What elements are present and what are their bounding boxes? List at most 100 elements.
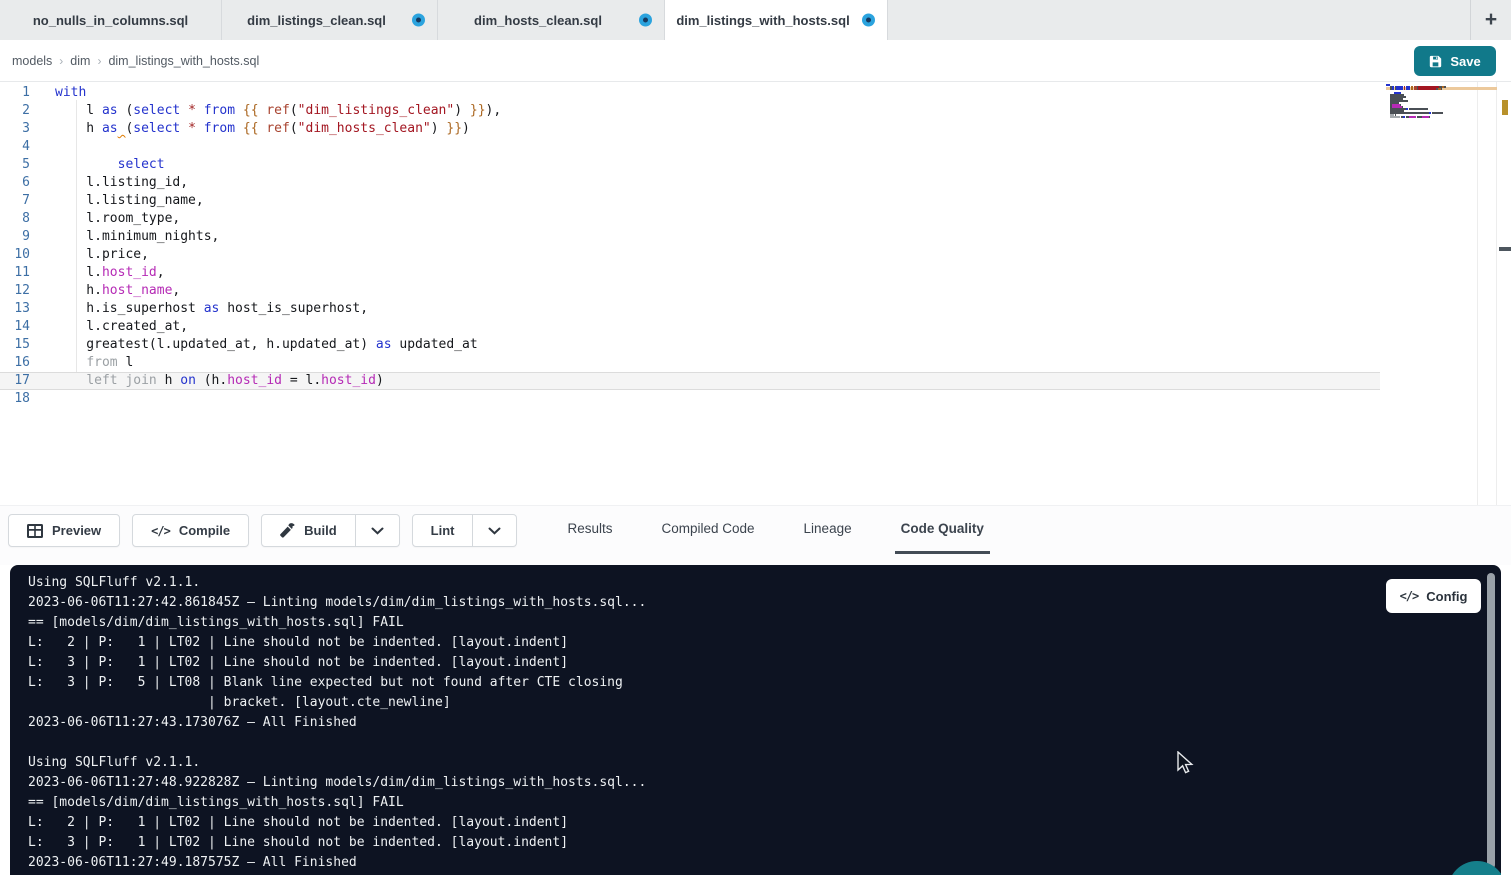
code-text: l.listing_id, bbox=[30, 174, 188, 192]
code-line[interactable]: 6 l.listing_id, bbox=[0, 174, 1380, 192]
code-line[interactable]: 12 h.host_name, bbox=[0, 282, 1380, 300]
code-line[interactable]: 15 greatest(l.updated_at, h.updated_at) … bbox=[0, 336, 1380, 354]
scroll-position-marker[interactable] bbox=[1499, 247, 1511, 251]
line-number: 12 bbox=[0, 282, 30, 300]
code-text: h.host_name, bbox=[30, 282, 180, 300]
line-number: 4 bbox=[0, 138, 30, 156]
file-tab-bar: no_nulls_in_columns.sql dim_listings_cle… bbox=[0, 0, 1511, 40]
code-text: left join h on (h.host_id = l.host_id) bbox=[30, 373, 384, 389]
terminal-line: 2023-06-06T11:27:49.187575Z — All Finish… bbox=[28, 853, 646, 873]
line-number: 8 bbox=[0, 210, 30, 228]
breadcrumb: models › dim › dim_listings_with_hosts.s… bbox=[12, 40, 259, 82]
code-line[interactable]: 11 l.host_id, bbox=[0, 264, 1380, 282]
panel-tab-label: Results bbox=[567, 521, 612, 536]
terminal-line: L: 2 | P: 1 | LT02 | Line should not be … bbox=[28, 633, 646, 653]
new-tab-button[interactable]: + bbox=[1470, 0, 1511, 40]
code-line[interactable]: 1with bbox=[0, 84, 1380, 102]
line-number: 1 bbox=[0, 84, 30, 102]
lint-dropdown-button[interactable] bbox=[473, 514, 517, 547]
code-text: greatest(l.updated_at, h.updated_at) as … bbox=[30, 336, 478, 354]
line-number: 9 bbox=[0, 228, 30, 246]
code-text: l as (select * from {{ ref("dim_listings… bbox=[30, 102, 501, 120]
code-line[interactable]: 8 l.room_type, bbox=[0, 210, 1380, 228]
terminal-line: Using SQLFluff v2.1.1. bbox=[28, 753, 646, 773]
code-line[interactable]: 17 left join h on (h.host_id = l.host_id… bbox=[0, 372, 1380, 390]
line-number: 11 bbox=[0, 264, 30, 282]
line-number: 3 bbox=[0, 120, 30, 138]
code-text: l.host_id, bbox=[30, 264, 165, 282]
terminal-line: 2023-06-06T11:27:42.861845Z — Linting mo… bbox=[28, 593, 646, 613]
code-line[interactable]: 3 h as (select * from {{ ref("dim_hosts_… bbox=[0, 120, 1380, 138]
minimap[interactable] bbox=[1386, 84, 1466, 120]
chevron-right-icon: › bbox=[97, 54, 101, 68]
tab-bar-spacer bbox=[888, 0, 1470, 40]
tab-compiled-code[interactable]: Compiled Code bbox=[655, 506, 760, 554]
tab-label: dim_listings_clean.sql bbox=[247, 13, 386, 28]
tab-dim-listings-clean[interactable]: dim_listings_clean.sql bbox=[222, 0, 438, 40]
line-number: 5 bbox=[0, 156, 30, 174]
terminal-line: L: 3 | P: 5 | LT08 | Blank line expected… bbox=[28, 673, 646, 693]
code-text: with bbox=[30, 84, 86, 102]
save-button[interactable]: Save bbox=[1414, 46, 1496, 76]
code-line[interactable]: 10 l.price, bbox=[0, 246, 1380, 264]
code-lines[interactable]: 1with2 l as (select * from {{ ref("dim_l… bbox=[0, 84, 1380, 408]
code-line[interactable]: 14 l.created_at, bbox=[0, 318, 1380, 336]
code-text: l.price, bbox=[30, 246, 149, 264]
terminal-line: L: 3 | P: 1 | LT02 | Line should not be … bbox=[28, 833, 646, 853]
code-text: h.is_superhost as host_is_superhost, bbox=[30, 300, 368, 318]
preview-button[interactable]: Preview bbox=[8, 514, 120, 547]
line-number: 15 bbox=[0, 336, 30, 354]
code-text: l.created_at, bbox=[30, 318, 188, 336]
tab-results[interactable]: Results bbox=[561, 506, 618, 554]
terminal-line bbox=[28, 733, 646, 753]
config-button[interactable]: </> Config bbox=[1386, 579, 1481, 613]
code-line[interactable]: 13 h.is_superhost as host_is_superhost, bbox=[0, 300, 1380, 318]
build-dropdown-button[interactable] bbox=[356, 514, 400, 547]
lint-button[interactable]: Lint bbox=[412, 514, 474, 547]
code-text: select bbox=[30, 156, 165, 174]
lint-output-terminal: Using SQLFluff v2.1.1.2023-06-06T11:27:4… bbox=[10, 565, 1501, 875]
panel-tab-label: Compiled Code bbox=[661, 521, 754, 536]
code-line[interactable]: 18 bbox=[0, 390, 1380, 408]
tab-dim-hosts-clean[interactable]: dim_hosts_clean.sql bbox=[438, 0, 665, 40]
build-button-label: Build bbox=[304, 523, 337, 538]
panel-tab-label: Code Quality bbox=[901, 521, 984, 536]
terminal-line: L: 3 | P: 1 | LT02 | Line should not be … bbox=[28, 653, 646, 673]
save-button-label: Save bbox=[1450, 54, 1480, 69]
line-number: 16 bbox=[0, 354, 30, 372]
code-text: l.room_type, bbox=[30, 210, 180, 228]
save-icon bbox=[1429, 55, 1442, 68]
terminal-output: Using SQLFluff v2.1.1.2023-06-06T11:27:4… bbox=[28, 573, 646, 873]
code-line[interactable]: 2 l as (select * from {{ ref("dim_listin… bbox=[0, 102, 1380, 120]
code-text bbox=[30, 138, 55, 156]
tab-lineage[interactable]: Lineage bbox=[798, 506, 858, 554]
tab-label: dim_hosts_clean.sql bbox=[474, 13, 602, 28]
line-number: 2 bbox=[0, 102, 30, 120]
code-line[interactable]: 16 from l bbox=[0, 354, 1380, 372]
config-button-label: Config bbox=[1426, 589, 1467, 604]
action-toolbar: Preview </> Compile Build bbox=[0, 505, 1511, 565]
hammer-icon bbox=[280, 523, 295, 538]
tab-code-quality[interactable]: Code Quality bbox=[895, 506, 990, 554]
code-text: from l bbox=[30, 354, 133, 372]
chevron-down-icon bbox=[371, 527, 384, 535]
terminal-scrollbar[interactable] bbox=[1487, 573, 1495, 869]
code-icon: </> bbox=[1400, 589, 1419, 603]
build-button[interactable]: Build bbox=[261, 514, 356, 547]
compile-button[interactable]: </> Compile bbox=[132, 514, 249, 547]
breadcrumb-segment: models bbox=[12, 54, 52, 68]
code-line[interactable]: 5 select bbox=[0, 156, 1380, 174]
tab-label: no_nulls_in_columns.sql bbox=[33, 13, 188, 28]
code-editor[interactable]: 1with2 l as (select * from {{ ref("dim_l… bbox=[0, 82, 1511, 505]
terminal-line: Using SQLFluff v2.1.1. bbox=[28, 573, 646, 593]
tab-label: dim_listings_with_hosts.sql bbox=[676, 13, 849, 28]
code-line[interactable]: 4 bbox=[0, 138, 1380, 156]
tab-no-nulls-in-columns[interactable]: no_nulls_in_columns.sql bbox=[0, 0, 222, 40]
tab-dim-listings-with-hosts[interactable]: dim_listings_with_hosts.sql bbox=[665, 0, 888, 40]
code-line[interactable]: 7 l.listing_name, bbox=[0, 192, 1380, 210]
code-line[interactable]: 9 l.minimum_nights, bbox=[0, 228, 1380, 246]
breadcrumb-segment: dim bbox=[70, 54, 90, 68]
line-number: 7 bbox=[0, 192, 30, 210]
chevron-right-icon: › bbox=[59, 54, 63, 68]
unsaved-changes-icon bbox=[862, 14, 875, 27]
